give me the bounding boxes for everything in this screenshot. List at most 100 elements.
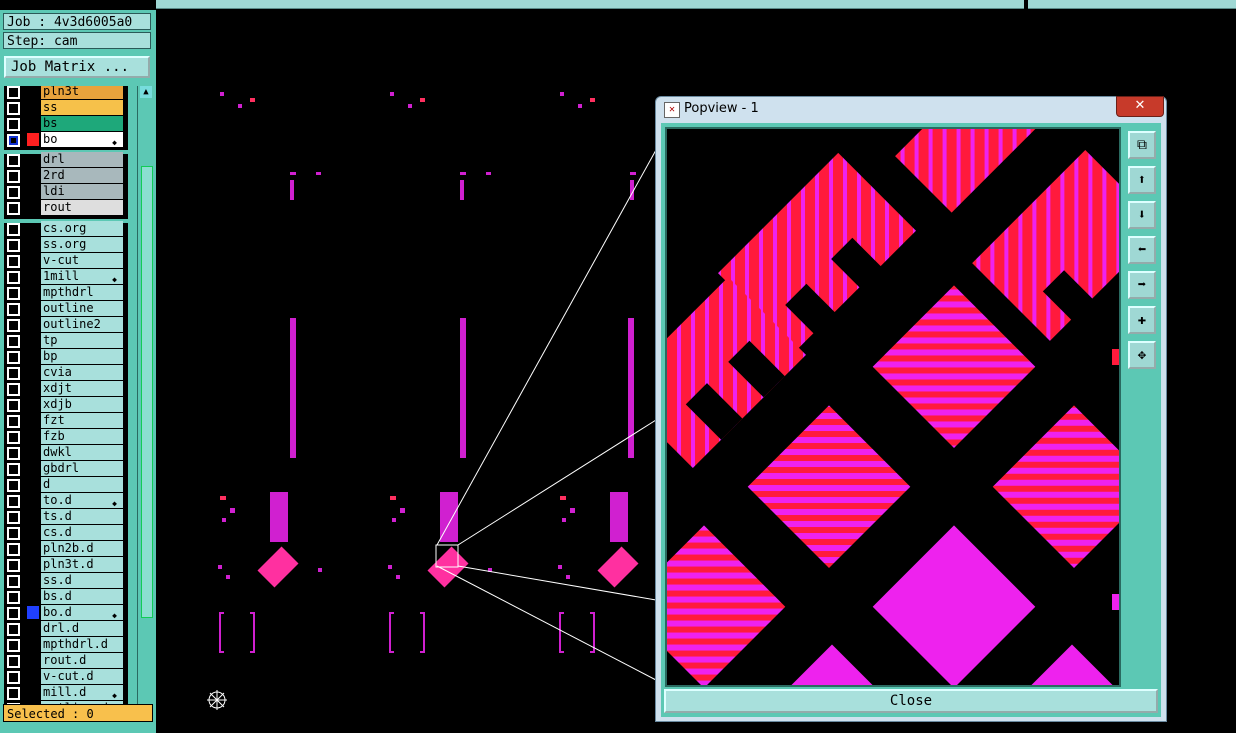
layer-name[interactable]: drl.d: [41, 621, 123, 636]
layer-row[interactable]: pln3t: [4, 86, 128, 99]
layer-checkbox[interactable]: [7, 383, 20, 396]
layer-row[interactable]: rout.d: [4, 653, 128, 668]
layer-checkbox[interactable]: [7, 271, 20, 284]
layer-checkbox[interactable]: [7, 543, 20, 556]
pan-down-icon[interactable]: ⬇: [1128, 201, 1156, 229]
layer-checkbox[interactable]: [7, 463, 20, 476]
scroll-thumb[interactable]: [141, 166, 153, 618]
layer-name[interactable]: cs.d: [41, 525, 123, 540]
layer-name[interactable]: d: [41, 477, 123, 492]
layer-checkbox[interactable]: [7, 351, 20, 364]
layer-row[interactable]: bo ◆: [4, 132, 128, 147]
layer-name[interactable]: ss.org: [41, 237, 123, 252]
job-matrix-button[interactable]: Job Matrix ...: [4, 56, 150, 78]
layer-checkbox[interactable]: [7, 511, 20, 524]
layer-row[interactable]: v-cut: [4, 253, 128, 268]
layer-row[interactable]: outline2: [4, 317, 128, 332]
layer-checkbox[interactable]: [7, 86, 20, 99]
layer-checkbox[interactable]: [7, 255, 20, 268]
layer-row[interactable]: ss.org: [4, 237, 128, 252]
layer-checkbox[interactable]: [7, 287, 20, 300]
layer-name[interactable]: pln2b.d: [41, 541, 123, 556]
layer-name[interactable]: bo.d ◆: [41, 605, 123, 620]
layer-checkbox[interactable]: [7, 303, 20, 316]
layer-name[interactable]: dwkl: [41, 445, 123, 460]
layer-row[interactable]: outline: [4, 301, 128, 316]
layer-name[interactable]: outline: [41, 301, 123, 316]
layer-checkbox[interactable]: [7, 431, 20, 444]
layer-row[interactable]: dwkl: [4, 445, 128, 460]
layer-name[interactable]: bp: [41, 349, 123, 364]
layer-name[interactable]: fzb: [41, 429, 123, 444]
layer-name[interactable]: 1mill ◆: [41, 269, 123, 284]
layer-checkbox[interactable]: [7, 415, 20, 428]
pan-left-icon[interactable]: ⬅: [1128, 236, 1156, 264]
layer-list[interactable]: pln3t ss bs bo ◆ drl 2rd ldi rout cs.org ss.org v-c…: [4, 86, 128, 710]
layer-name[interactable]: v-cut.d: [41, 669, 123, 684]
layer-checkbox[interactable]: [7, 335, 20, 348]
layer-name[interactable]: rout: [41, 200, 123, 215]
layer-name[interactable]: tp: [41, 333, 123, 348]
layer-checkbox[interactable]: [7, 559, 20, 572]
layer-checkbox[interactable]: [7, 623, 20, 636]
layer-scrollbar[interactable]: ▲ ▼: [137, 86, 154, 720]
layer-row[interactable]: ldi: [4, 184, 128, 199]
layer-name[interactable]: xdjb: [41, 397, 123, 412]
popview-window[interactable]: ✕ Popview - 1 ✕ ⧉ ⬆ ⬇ ⬅ ➡ ✚ ✥ Close: [655, 96, 1167, 722]
layer-row[interactable]: rout: [4, 200, 128, 215]
layer-row[interactable]: xdjb: [4, 397, 128, 412]
layer-checkbox[interactable]: [7, 479, 20, 492]
layer-checkbox[interactable]: [7, 639, 20, 652]
layer-row[interactable]: bp: [4, 349, 128, 364]
popview-titlebar[interactable]: ✕ Popview - 1 ✕: [656, 96, 1166, 121]
layer-checkbox[interactable]: [7, 239, 20, 252]
close-button[interactable]: Close: [664, 689, 1158, 713]
layer-row[interactable]: ss.d: [4, 573, 128, 588]
layer-row[interactable]: bs.d: [4, 589, 128, 604]
layer-row[interactable]: fzt: [4, 413, 128, 428]
layer-name[interactable]: mill.d ◆: [41, 685, 123, 700]
layer-row[interactable]: cvia: [4, 365, 128, 380]
layer-row[interactable]: gbdrl: [4, 461, 128, 476]
layer-checkbox[interactable]: [7, 655, 20, 668]
pan-right-icon[interactable]: ➡: [1128, 271, 1156, 299]
layer-checkbox[interactable]: [7, 687, 20, 700]
layer-row[interactable]: drl.d: [4, 621, 128, 636]
popview-canvas[interactable]: [665, 127, 1121, 687]
layer-name[interactable]: outline2: [41, 317, 123, 332]
layer-name[interactable]: cs.org: [41, 221, 123, 236]
layer-row[interactable]: xdjt: [4, 381, 128, 396]
layer-row[interactable]: mpthdrl.d: [4, 637, 128, 652]
layer-checkbox[interactable]: [7, 102, 20, 115]
scroll-up-icon[interactable]: ▲: [140, 86, 152, 98]
layer-checkbox[interactable]: [7, 495, 20, 508]
layer-checkbox[interactable]: [7, 319, 20, 332]
layer-row[interactable]: ss: [4, 100, 128, 115]
layer-name[interactable]: mpthdrl.d: [41, 637, 123, 652]
layer-row[interactable]: ts.d: [4, 509, 128, 524]
zoom-fit-icon[interactable]: ⧉: [1128, 131, 1156, 159]
layer-row[interactable]: fzb: [4, 429, 128, 444]
layer-checkbox[interactable]: [7, 202, 20, 215]
layer-name[interactable]: drl: [41, 152, 123, 167]
layer-name[interactable]: mpthdrl: [41, 285, 123, 300]
layer-name[interactable]: gbdrl: [41, 461, 123, 476]
layer-row[interactable]: d: [4, 477, 128, 492]
layer-checkbox[interactable]: [7, 223, 20, 236]
layer-row[interactable]: v-cut.d: [4, 669, 128, 684]
layer-name[interactable]: bs.d: [41, 589, 123, 604]
layer-name[interactable]: ts.d: [41, 509, 123, 524]
layer-checkbox[interactable]: [7, 671, 20, 684]
layer-name[interactable]: ss.d: [41, 573, 123, 588]
layer-checkbox[interactable]: [7, 399, 20, 412]
layer-name[interactable]: fzt: [41, 413, 123, 428]
layer-row[interactable]: cs.org: [4, 221, 128, 236]
layer-checkbox[interactable]: [7, 367, 20, 380]
layer-checkbox[interactable]: [7, 527, 20, 540]
layer-row[interactable]: pln2b.d: [4, 541, 128, 556]
layer-row[interactable]: mill.d ◆: [4, 685, 128, 700]
layer-row[interactable]: tp: [4, 333, 128, 348]
layer-row[interactable]: bs: [4, 116, 128, 131]
layer-checkbox[interactable]: [7, 607, 20, 620]
layer-name[interactable]: ldi: [41, 184, 123, 199]
